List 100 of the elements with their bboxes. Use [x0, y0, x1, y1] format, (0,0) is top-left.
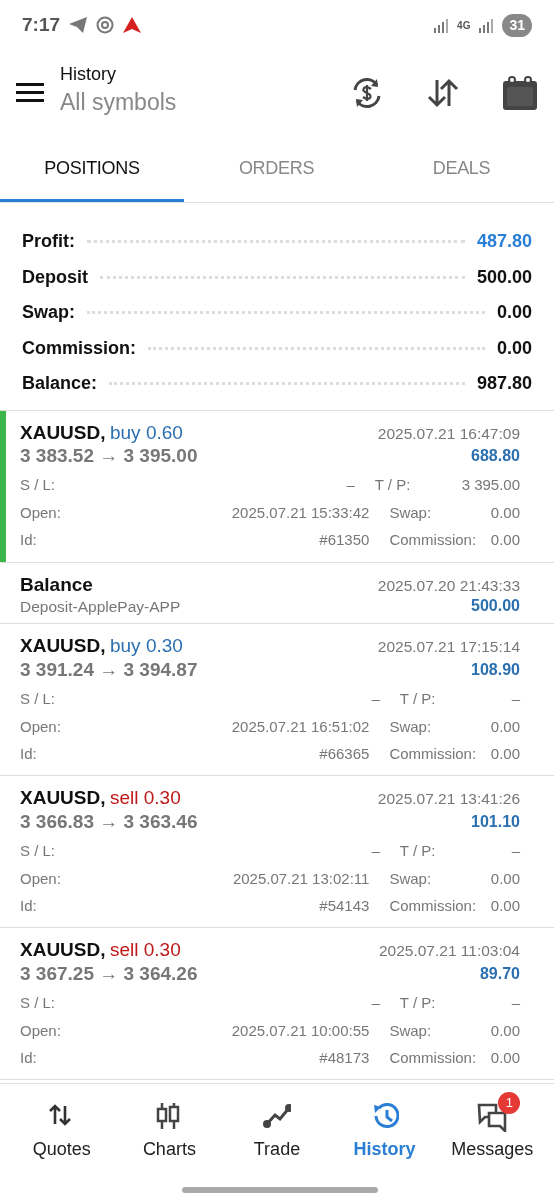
menu-icon[interactable]	[16, 82, 44, 103]
summary-label: Deposit	[22, 265, 88, 289]
deal-profit: 500.00	[471, 596, 520, 617]
deal-title: Balance	[20, 572, 93, 597]
nav-tab[interactable]: Quotes	[8, 1084, 116, 1200]
field-label: Open:	[20, 503, 62, 523]
symbol-filter[interactable]: All symbols	[60, 85, 350, 120]
deal-profit: 108.90	[471, 659, 520, 680]
deal-prices: 3 367.25 → 3 364.26	[20, 962, 198, 986]
deal-time: 2025.07.21 17:15:14	[377, 637, 520, 657]
status-time: 7:17	[22, 12, 61, 37]
field-value: 0.00	[490, 717, 520, 737]
field-label: S / L:	[20, 690, 57, 709]
field-label: S / L:	[20, 476, 57, 496]
field-value: 3 395.00	[461, 476, 520, 496]
signal-icon	[478, 16, 495, 34]
deal-volume: sell 0.30	[109, 787, 181, 809]
deal-comment: Deposit-ApplePay-APP	[20, 596, 181, 616]
tab[interactable]: POSITIONS	[0, 135, 184, 202]
summary-value: 987.80	[476, 372, 532, 396]
deal-symbol: XAUUSD,	[20, 421, 106, 443]
field-label: Id:	[20, 745, 38, 764]
field-label: T / P:	[398, 690, 437, 709]
field-value: –	[370, 842, 380, 861]
field-value: 0.00	[490, 1021, 520, 1041]
deal-prices: 3 391.24 → 3 394.87	[20, 658, 198, 682]
field-label: T / P:	[398, 842, 437, 861]
nav-tab[interactable]: History	[330, 1084, 439, 1200]
nav-label: Trade	[253, 1138, 301, 1161]
field-label: Commission:	[388, 1049, 478, 1068]
network-label: 4G	[457, 18, 471, 33]
deal-profit: 101.10	[471, 811, 520, 832]
deal-time: 2025.07.20 21:43:33	[377, 575, 520, 595]
field-value: 2025.07.21 10:00:55	[230, 1021, 370, 1041]
field-label: Swap:	[388, 503, 433, 523]
deal-time: 2025.07.21 13:41:26	[377, 789, 520, 809]
summary-label: Swap:	[22, 301, 75, 325]
field-label: Id:	[20, 531, 38, 551]
deal-symbol: XAUUSD,	[20, 635, 106, 657]
page-title: History	[60, 65, 117, 86]
summary-label: Balance:	[22, 372, 98, 396]
summary-value: 487.80	[476, 230, 532, 254]
field-value: 2025.07.21 16:51:02	[230, 717, 370, 737]
field-value: 0.00	[490, 531, 520, 551]
field-value: 0.00	[490, 1049, 520, 1068]
field-value: –	[370, 690, 380, 709]
field-value: 2025.07.21 15:33:42	[230, 503, 370, 523]
field-label: T / P:	[398, 994, 437, 1013]
field-value: #48173	[318, 1049, 370, 1068]
nav-label: Charts	[142, 1138, 196, 1161]
nav-label: Messages	[451, 1138, 534, 1161]
field-label: Commission:	[388, 745, 478, 764]
tab[interactable]: ORDERS	[184, 135, 369, 202]
field-value: 0.00	[490, 897, 520, 916]
notification-badge: 1	[498, 1092, 521, 1114]
field-value: –	[370, 994, 380, 1013]
signal-icon	[433, 16, 450, 34]
arrowhead-icon	[122, 16, 143, 34]
summary-value: 500.00	[476, 265, 532, 289]
field-label: Swap:	[388, 1021, 433, 1041]
field-label: Open:	[20, 869, 62, 889]
field-label: Swap:	[388, 869, 433, 889]
deal-time: 2025.07.21 11:03:04	[378, 941, 520, 961]
summary-label: Commission:	[22, 336, 136, 360]
summary-value: 0.00	[496, 336, 532, 360]
nav-tab[interactable]: Trade	[223, 1084, 331, 1200]
field-value: –	[511, 842, 520, 861]
deal-profit: 89.70	[479, 963, 520, 984]
deal-time: 2025.07.21 16:47:09	[377, 423, 520, 443]
nav-tab[interactable]: Charts	[115, 1084, 224, 1200]
tab[interactable]: DEALS	[369, 135, 554, 202]
field-label: Commission:	[388, 897, 478, 916]
field-value: –	[511, 690, 520, 709]
field-label: Swap:	[388, 717, 433, 737]
nav-label: History	[353, 1138, 416, 1161]
field-value: 0.00	[490, 869, 520, 889]
calendar-icon[interactable]	[502, 74, 538, 111]
field-label: Id:	[20, 897, 38, 916]
field-value: #54143	[318, 897, 370, 916]
field-value: 0.00	[490, 503, 520, 523]
field-label: Commission:	[388, 531, 478, 551]
field-label: S / L:	[20, 994, 57, 1013]
field-label: T / P:	[373, 476, 412, 496]
summary-value: 0.00	[496, 301, 532, 325]
deal-prices: 3 366.83 → 3 363.46	[20, 810, 198, 834]
field-value: –	[345, 476, 355, 496]
battery-level: 31	[502, 13, 532, 37]
summary-label: Profit:	[22, 230, 75, 254]
field-value: #66365	[318, 745, 370, 764]
deal-volume: buy 0.60	[109, 421, 183, 443]
send-icon	[68, 16, 89, 34]
field-label: S / L:	[20, 842, 57, 861]
deal-symbol: XAUUSD,	[20, 787, 106, 809]
field-value: 0.00	[490, 745, 520, 764]
field-value: #61350	[318, 531, 370, 551]
nav-tab[interactable]: Messages 1	[438, 1084, 546, 1200]
nav-label: Quotes	[32, 1138, 91, 1161]
deal-symbol: XAUUSD,	[20, 939, 106, 961]
field-label: Open:	[20, 717, 62, 737]
deal-volume: sell 0.30	[109, 939, 181, 961]
